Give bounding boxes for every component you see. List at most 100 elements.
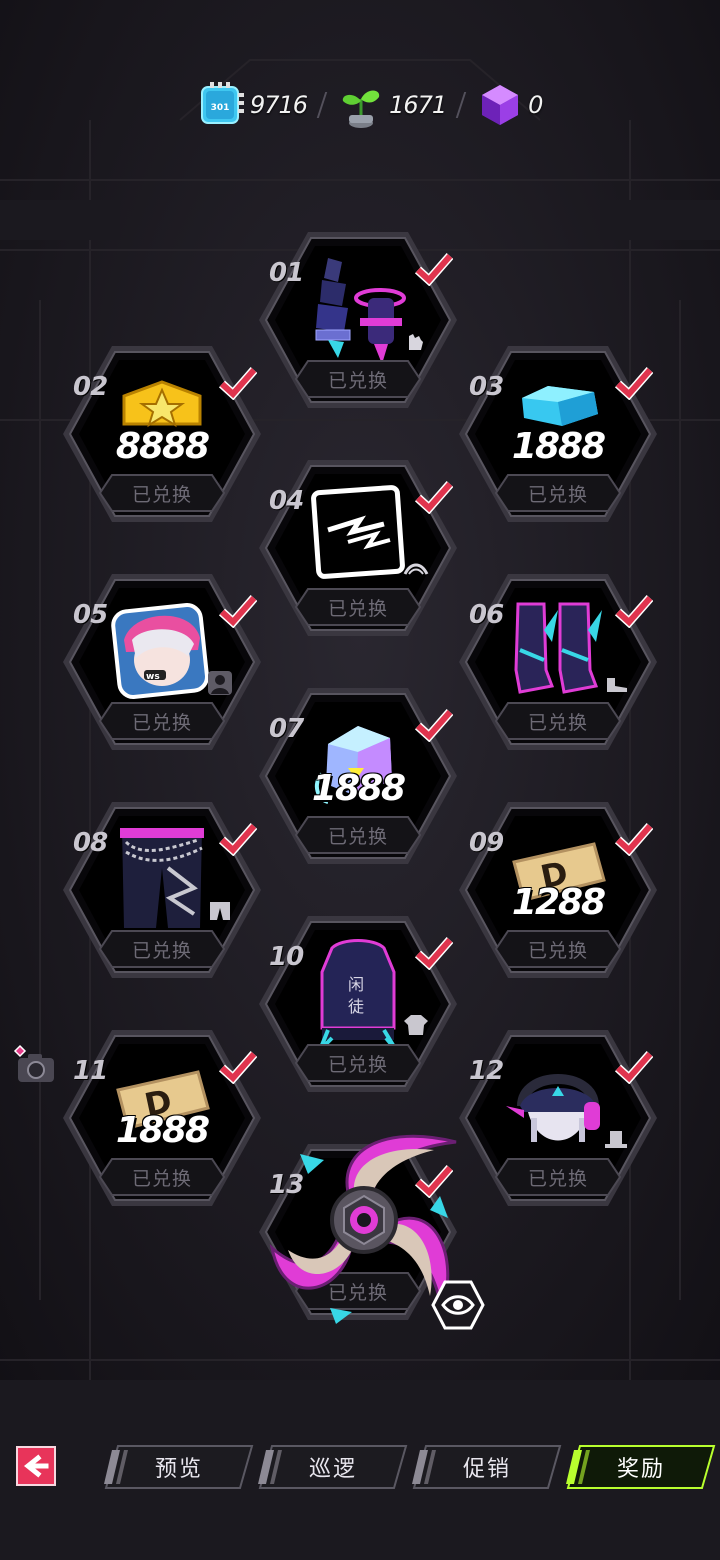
chip-value: 9716 (250, 91, 308, 119)
sprout-currency: 1671 (335, 79, 447, 131)
redeemed-button[interactable]: 已兑换 (494, 929, 622, 969)
reward-number: 03 (469, 372, 504, 402)
reward-cell[interactable]: 03 1888 已兑换 (453, 340, 663, 528)
redeemed-label: 已兑换 (527, 1167, 588, 1190)
redeemed-label: 已兑换 (327, 1053, 388, 1076)
redeemed-label: 已兑换 (131, 1167, 192, 1190)
reward-number: 12 (469, 1056, 504, 1086)
currency-bar: 301 9716 1671 0 (196, 78, 543, 132)
claimed-check-icon (415, 937, 453, 970)
reward-cell[interactable]: D 11 1888 已兑换 (57, 1024, 267, 1212)
claimed-check-icon (415, 709, 453, 742)
chain-pants-icon (102, 818, 222, 938)
emote-type-icon (403, 556, 429, 582)
reward-number: 05 (73, 600, 108, 630)
redeemed-button[interactable]: 已兑换 (98, 929, 226, 969)
reward-cell[interactable]: D 09 1288 已兑换 (453, 796, 663, 984)
reward-cell[interactable]: 07 1888 已兑换 (253, 682, 463, 870)
reward-cell[interactable]: 12 已兑换 (453, 1024, 663, 1212)
reward-cell[interactable]: 02 8888 已兑换 (57, 340, 267, 528)
svg-text:闲: 闲 (348, 975, 364, 994)
svg-text:ws: ws (146, 672, 160, 682)
redeemed-button[interactable]: 已兑换 (494, 1157, 622, 1197)
claimed-check-icon (219, 823, 257, 856)
chip-currency-icon: 301 (201, 82, 244, 124)
tab-4[interactable]: 奖励 (566, 1444, 716, 1490)
claimed-check-icon (615, 1051, 653, 1084)
claimed-check-icon (615, 595, 653, 628)
reward-cell[interactable]: 闲徒 10 已兑换 (253, 910, 463, 1098)
claimed-check-icon (415, 253, 453, 286)
reward-amount: 1888 (311, 768, 406, 809)
wristbands-icon (298, 248, 418, 368)
claimed-check-icon (615, 367, 653, 400)
redeemed-label: 已兑换 (131, 939, 192, 962)
tab-3[interactable]: 促销 (412, 1444, 562, 1490)
redeemed-button[interactable]: 已兑换 (98, 701, 226, 741)
chip-label: 301 (211, 103, 230, 113)
redeemed-label: 已兑换 (131, 483, 192, 506)
redeemed-button[interactable]: 已兑换 (294, 359, 422, 399)
reward-amount: 1888 (511, 426, 606, 467)
shirt-type-icon (403, 1012, 429, 1038)
reward-cell[interactable]: 06 已兑换 (453, 568, 663, 756)
redeemed-label: 已兑换 (327, 825, 388, 848)
back-button[interactable] (16, 1446, 56, 1486)
glove-icon (403, 328, 429, 354)
redeemed-button[interactable]: 已兑换 (494, 701, 622, 741)
divider (316, 92, 328, 118)
reward-number: 01 (269, 258, 304, 288)
redeemed-button[interactable]: 已兑换 (98, 1157, 226, 1197)
redeemed-button[interactable]: 已兑换 (294, 1043, 422, 1083)
redeemed-label: 已兑换 (527, 483, 588, 506)
reward-cell[interactable]: 04 已兑换 (253, 454, 463, 642)
reward-cell[interactable]: 08 已兑换 (57, 796, 267, 984)
reward-cell[interactable]: ws 05 已兑换 (57, 568, 267, 756)
redeemed-label: 已兑换 (131, 711, 192, 734)
claimed-check-icon (615, 823, 653, 856)
redeemed-label: 已兑换 (527, 711, 588, 734)
reward-amount: 1288 (511, 882, 606, 923)
cube-currency: 0 (474, 79, 543, 131)
lightning-emote-icon (298, 476, 418, 596)
cap-headphones-icon (498, 1046, 618, 1166)
redeemed-button[interactable]: 已兑换 (494, 473, 622, 513)
neon-boots-icon (498, 590, 618, 710)
reward-number: 07 (269, 714, 304, 744)
hoodie-top-icon: 闲徒 (298, 932, 418, 1052)
redeemed-label: 已兑换 (527, 939, 588, 962)
tab-label: 预览 (154, 1457, 203, 1482)
tab-label: 巡逻 (308, 1457, 357, 1482)
redeemed-button[interactable]: 已兑换 (98, 473, 226, 513)
svg-text:徒: 徒 (348, 997, 364, 1016)
claimed-check-icon (219, 367, 257, 400)
reward-number: 08 (73, 828, 108, 858)
chip-currency: 301 9716 (196, 79, 308, 131)
tab-1[interactable]: 预览 (104, 1444, 254, 1490)
sprout-value: 1671 (389, 91, 447, 119)
reward-cell[interactable]: 01 已兑换 (253, 226, 463, 414)
character-avatar-icon: ws (102, 590, 222, 710)
reward-amount: 8888 (115, 426, 210, 467)
redeemed-button[interactable]: 已兑换 (294, 815, 422, 855)
redeemed-label: 已兑换 (327, 369, 388, 392)
reward-number: 02 (73, 372, 108, 402)
tab-label: 促销 (462, 1457, 511, 1482)
camera-icon[interactable] (10, 1044, 58, 1084)
hat-type-icon (603, 1126, 629, 1152)
claimed-check-icon (415, 481, 453, 514)
cube-value: 0 (528, 91, 543, 119)
reward-number: 06 (469, 600, 504, 630)
pants-type-icon (207, 898, 233, 924)
reward-amount: 1888 (115, 1110, 210, 1151)
redeemed-label: 已兑换 (327, 597, 388, 620)
tab-2[interactable]: 巡逻 (258, 1444, 408, 1490)
sprout-currency-icon (342, 90, 380, 128)
claimed-check-icon (219, 1051, 257, 1084)
divider (455, 92, 467, 118)
reward-number: 04 (269, 486, 304, 516)
redeemed-button[interactable]: 已兑换 (294, 587, 422, 627)
preview-eye-icon[interactable] (431, 1280, 485, 1330)
reward-screen: 301 9716 1671 0 01 已兑换 02 8888 已兑换 03 18… (0, 0, 720, 1560)
reward-number: 10 (269, 942, 304, 972)
